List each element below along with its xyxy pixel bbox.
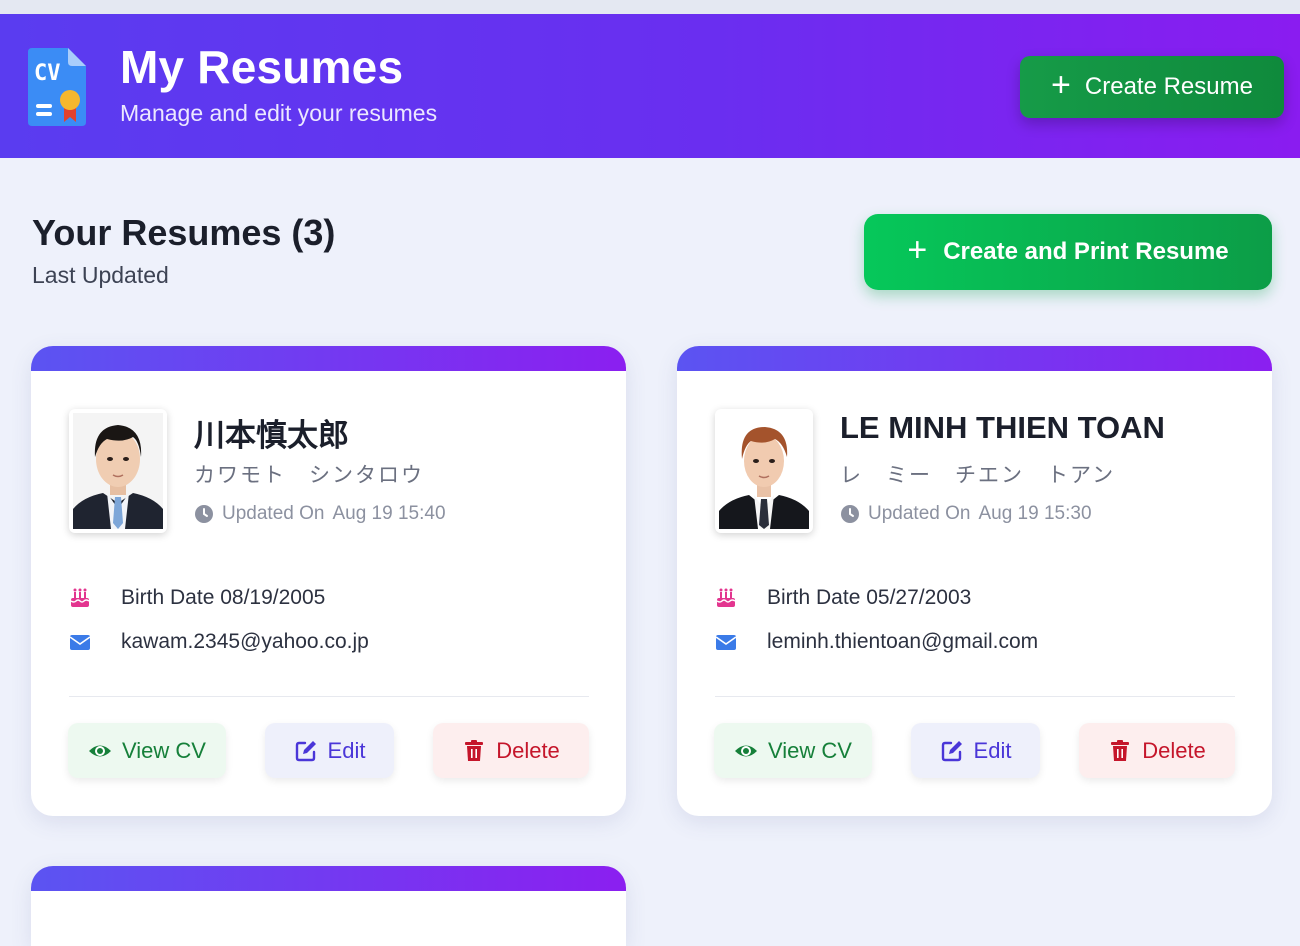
trash-icon bbox=[1111, 739, 1130, 761]
page-subtitle: Manage and edit your resumes bbox=[120, 100, 438, 126]
page-title: My Resumes bbox=[120, 41, 404, 93]
trash-icon bbox=[465, 739, 484, 761]
card-accent-bar bbox=[31, 346, 626, 371]
resume-card: 川本慎太郎 カワモト シンタロウ Updated On Aug 19 15:40… bbox=[31, 346, 626, 816]
cv-document-icon: CV bbox=[26, 48, 88, 126]
envelope-icon bbox=[715, 635, 737, 650]
birth-date-text: Birth Date 08/19/2005 bbox=[121, 586, 326, 609]
envelope-icon bbox=[69, 635, 91, 650]
view-cv-button[interactable]: View CV bbox=[68, 723, 226, 778]
card-accent-bar bbox=[677, 346, 1272, 371]
edit-icon bbox=[295, 740, 316, 761]
edit-button[interactable]: Edit bbox=[911, 723, 1040, 778]
create-resume-label: Create Resume bbox=[1084, 73, 1253, 100]
birth-date-row: Birth Date 08/19/2005 bbox=[69, 586, 325, 610]
birth-date-text: Birth Date 05/27/2003 bbox=[767, 586, 972, 609]
card-divider bbox=[69, 696, 589, 697]
updated-info: Updated On Aug 19 15:40 bbox=[194, 503, 446, 525]
resume-card: LE MINH THIEN TOAN レ ミー チエン トアン Updated … bbox=[677, 346, 1272, 816]
email-row: leminh.thientoan@gmail.com bbox=[715, 630, 1038, 654]
delete-label: Delete bbox=[496, 737, 560, 763]
edit-button[interactable]: Edit bbox=[265, 723, 394, 778]
resume-name: 川本慎太郎 bbox=[194, 418, 349, 454]
section-subtitle: Last Updated bbox=[32, 262, 169, 288]
resume-name-kana: レ ミー チエン トアン bbox=[840, 463, 1116, 487]
create-and-print-label: Create and Print Resume bbox=[943, 238, 1229, 265]
edit-icon bbox=[941, 740, 962, 761]
updated-value: Aug 19 15:30 bbox=[978, 503, 1092, 524]
card-divider bbox=[715, 696, 1235, 697]
clock-icon bbox=[195, 505, 213, 523]
app-header: CV My Resumes Manage and edit your resum… bbox=[0, 14, 1300, 158]
window-top-strip bbox=[0, 0, 1300, 14]
plus-icon: + bbox=[907, 231, 928, 269]
birthday-cake-icon bbox=[70, 588, 90, 607]
card-accent-bar bbox=[31, 866, 626, 891]
resume-name: LE MINH THIEN TOAN bbox=[840, 410, 1165, 445]
delete-button[interactable]: Delete bbox=[433, 723, 589, 778]
birth-date-row: Birth Date 05/27/2003 bbox=[715, 586, 971, 610]
plus-icon: + bbox=[1051, 66, 1071, 104]
view-cv-button[interactable]: View CV bbox=[714, 723, 872, 778]
updated-label: Updated On bbox=[868, 503, 971, 524]
edit-label: Edit bbox=[973, 737, 1012, 763]
email-text: leminh.thientoan@gmail.com bbox=[767, 630, 1039, 653]
email-row: kawam.2345@yahoo.co.jp bbox=[69, 630, 369, 654]
create-and-print-button[interactable]: + Create and Print Resume bbox=[864, 214, 1272, 290]
updated-info: Updated On Aug 19 15:30 bbox=[840, 503, 1092, 525]
eye-icon bbox=[89, 745, 112, 756]
delete-label: Delete bbox=[1142, 737, 1206, 763]
updated-value: Aug 19 15:40 bbox=[332, 503, 446, 524]
view-cv-label: View CV bbox=[122, 737, 206, 763]
avatar bbox=[69, 409, 167, 533]
birthday-cake-icon bbox=[716, 588, 736, 607]
eye-icon bbox=[735, 745, 758, 756]
email-text: kawam.2345@yahoo.co.jp bbox=[121, 630, 369, 653]
create-resume-button[interactable]: + Create Resume bbox=[1020, 56, 1284, 118]
view-cv-label: View CV bbox=[768, 737, 852, 763]
section-title: Your Resumes (3) bbox=[32, 212, 336, 253]
avatar bbox=[715, 409, 813, 533]
updated-label: Updated On bbox=[222, 503, 325, 524]
edit-label: Edit bbox=[327, 737, 366, 763]
resume-name-kana: カワモト シンタロウ bbox=[194, 463, 424, 487]
clock-icon bbox=[841, 505, 859, 523]
delete-button[interactable]: Delete bbox=[1079, 723, 1235, 778]
svg-text:CV: CV bbox=[34, 61, 61, 86]
resume-card bbox=[31, 866, 626, 946]
